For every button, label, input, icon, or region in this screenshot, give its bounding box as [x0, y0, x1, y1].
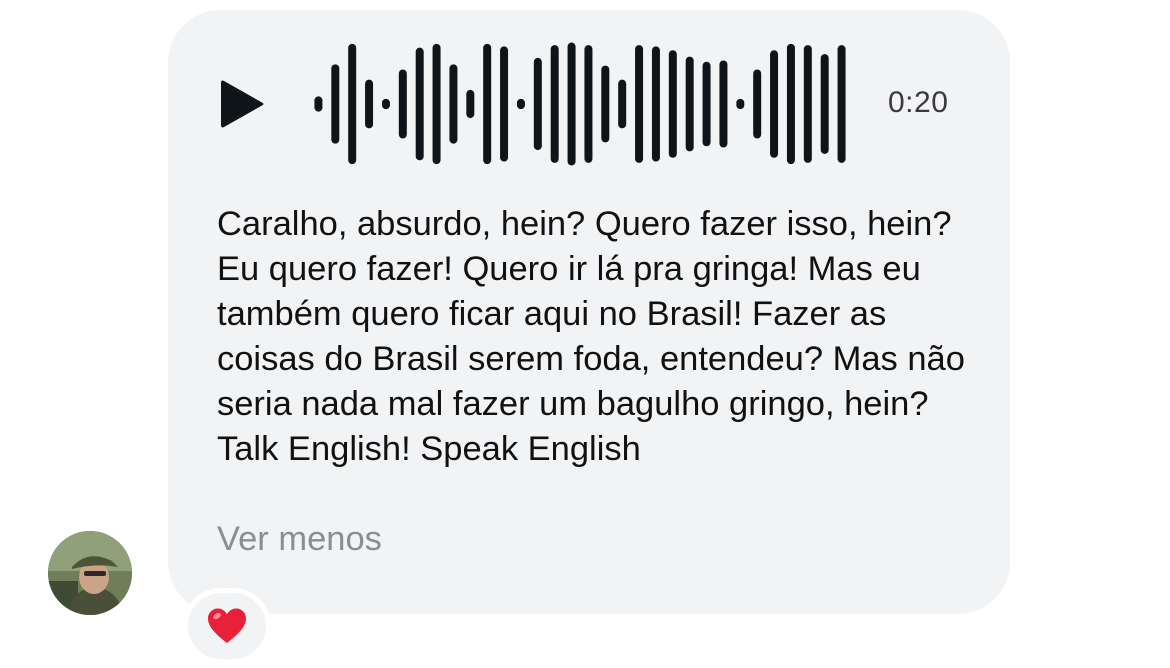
waveform-bar	[314, 96, 323, 112]
waveform-bar	[348, 43, 357, 165]
play-icon[interactable]	[218, 78, 270, 130]
waveform-bar	[702, 61, 711, 147]
waveform-bar	[550, 45, 559, 163]
waveform-bar	[483, 43, 492, 165]
waveform-bar	[618, 79, 627, 129]
waveform-bar	[432, 43, 441, 165]
waveform-bar	[449, 64, 458, 144]
waveform-bar	[786, 43, 795, 165]
see-less-link[interactable]: Ver menos	[217, 517, 382, 562]
waveform-bar	[567, 42, 576, 166]
waveform-bar	[753, 69, 762, 139]
waveform-bar	[601, 65, 610, 143]
audio-waveform[interactable]	[310, 40, 850, 168]
waveform-bar	[516, 98, 525, 110]
waveform-bar	[381, 98, 390, 110]
waveform-bar	[398, 69, 407, 139]
waveform-bar	[803, 45, 812, 163]
chat-thread: 0:20 Caralho, absurdo, hein? Quero fazer…	[0, 0, 1170, 668]
waveform-bar	[635, 45, 644, 163]
audio-duration: 0:20	[888, 86, 949, 119]
waveform-bar	[500, 46, 509, 162]
waveform-bar	[837, 45, 846, 163]
waveform-bar	[685, 56, 694, 152]
heart-icon	[208, 608, 246, 643]
voice-transcript: Caralho, absurdo, hein? Quero fazer isso…	[217, 205, 965, 468]
waveform-bar	[533, 57, 542, 151]
waveform-bar	[331, 64, 340, 144]
sender-avatar[interactable]	[48, 531, 132, 615]
waveform-bar	[466, 89, 475, 119]
reaction-badge[interactable]	[183, 588, 271, 664]
waveform-bar	[736, 98, 745, 110]
waveform-bar	[584, 45, 593, 163]
waveform-bar	[365, 79, 374, 129]
avatar-image	[48, 531, 132, 615]
waveform-bar	[770, 50, 779, 158]
waveform-bar	[668, 50, 677, 158]
waveform-bar	[651, 46, 660, 162]
waveform-bar	[415, 47, 424, 161]
waveform-bar	[719, 60, 728, 148]
waveform-bar	[820, 54, 829, 154]
